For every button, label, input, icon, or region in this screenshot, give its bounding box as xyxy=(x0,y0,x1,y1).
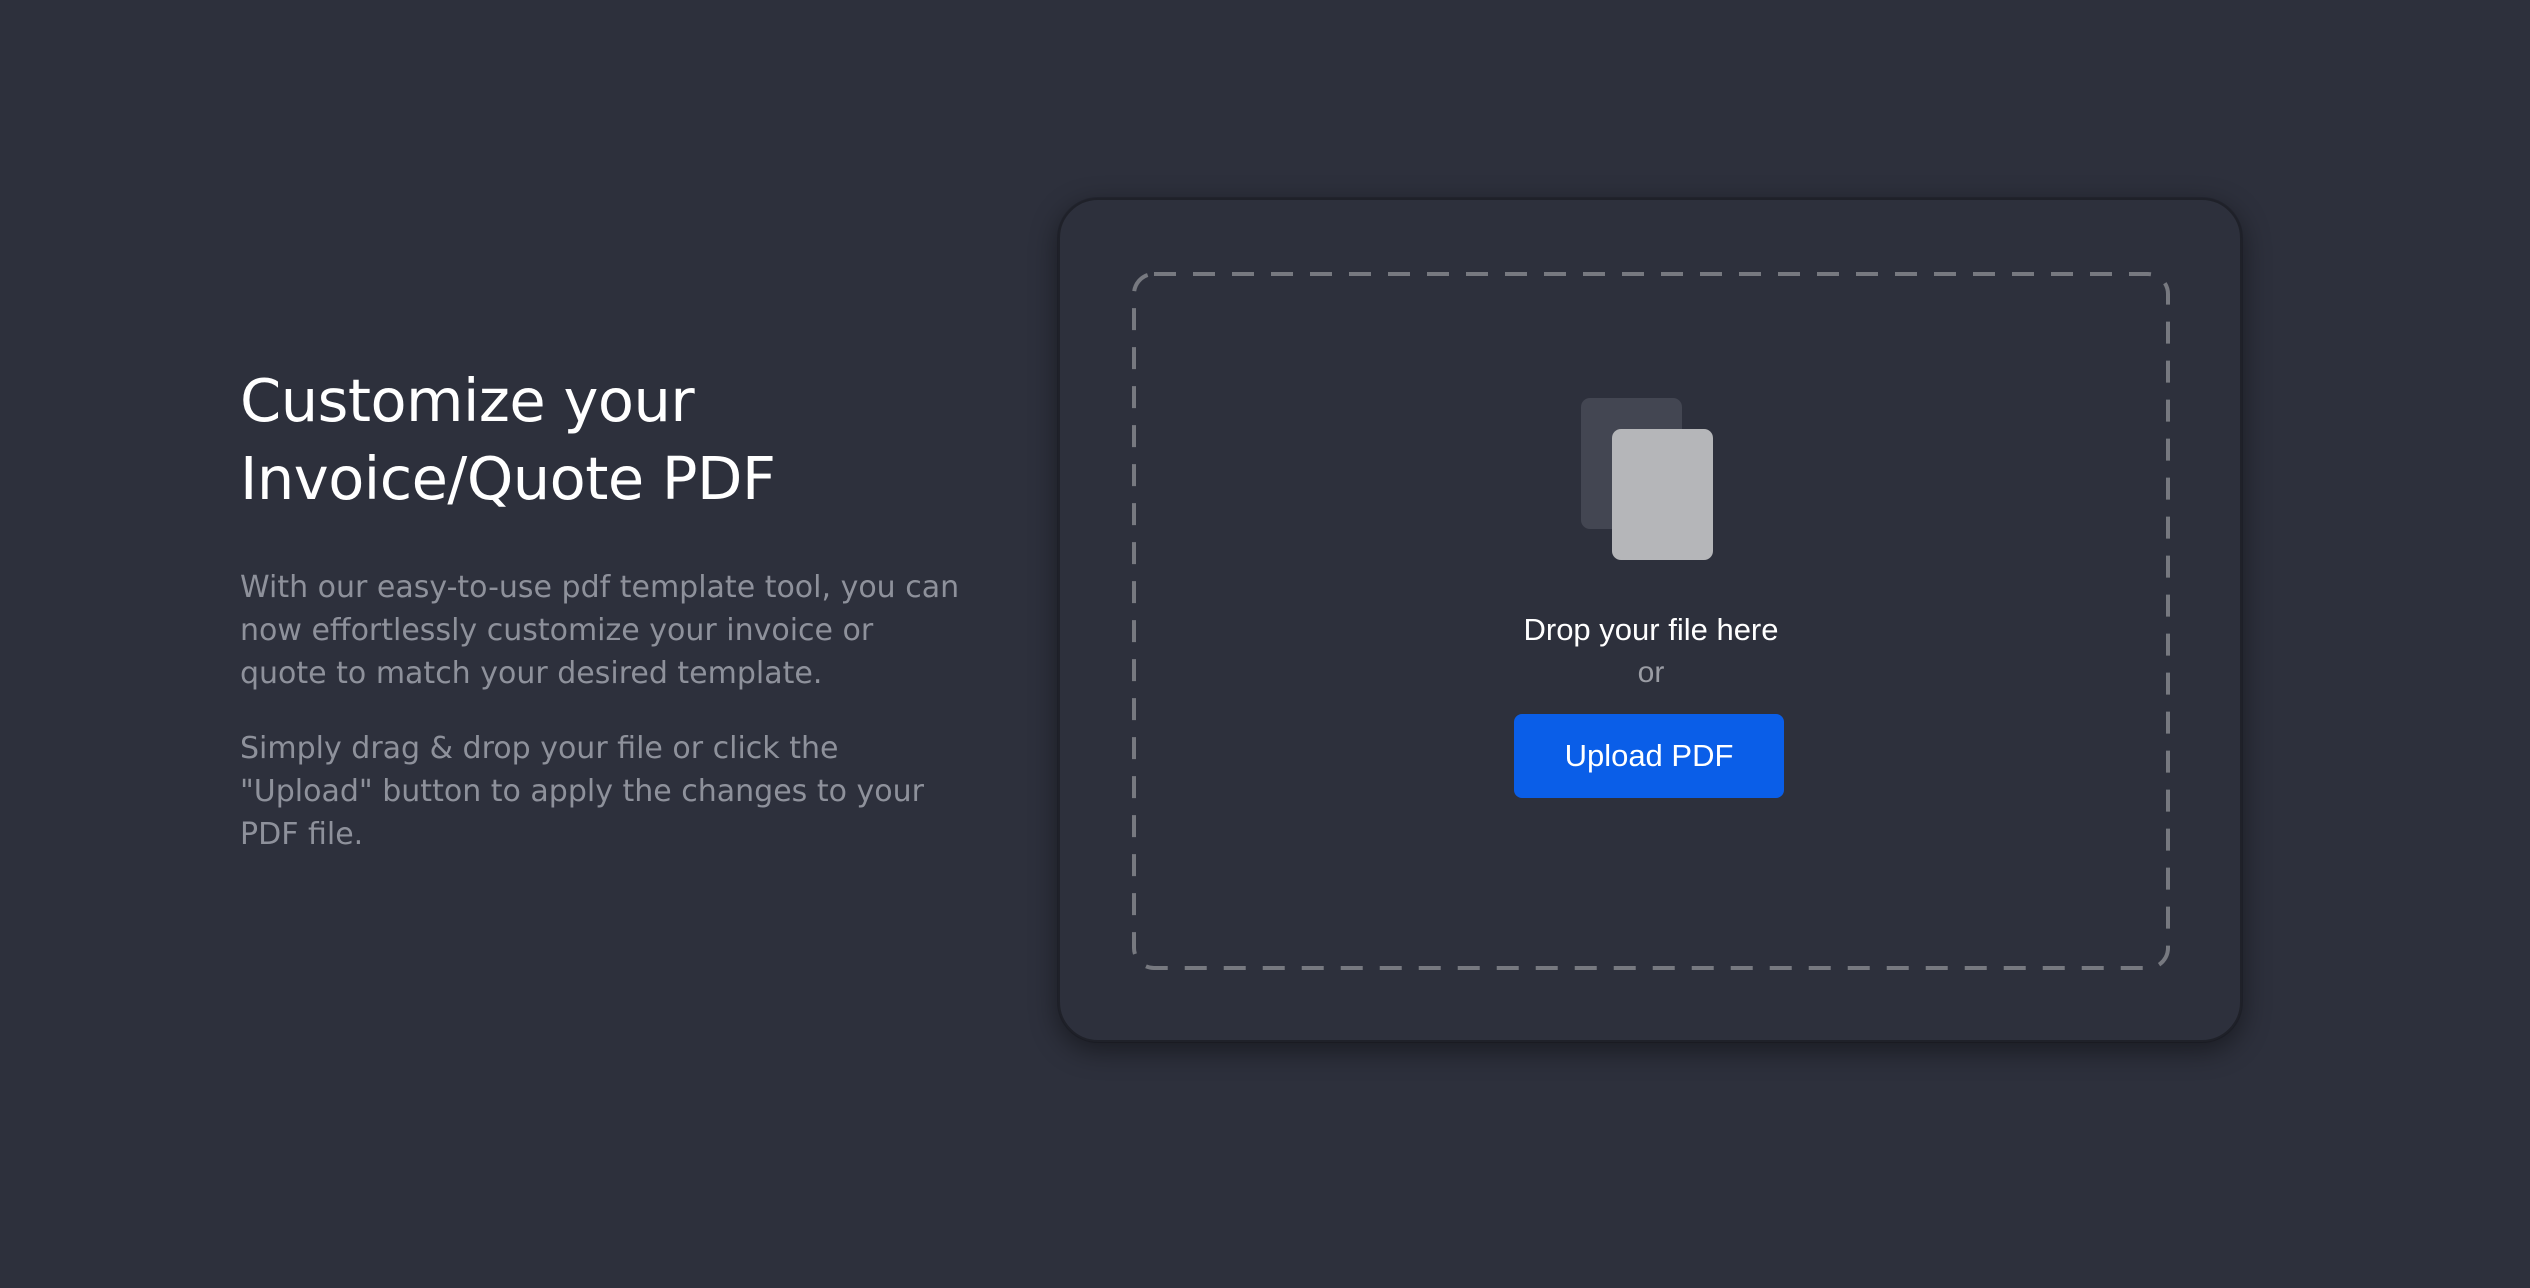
intro-description: With our easy-to-use pdf template tool, … xyxy=(240,570,960,691)
upload-pdf-button[interactable]: Upload PDF xyxy=(1514,714,1784,798)
page-title-line-1: Customize your xyxy=(240,366,695,435)
document-stack-icon xyxy=(1581,398,1713,560)
file-dropzone[interactable]: Drop your file here or Upload PDF xyxy=(1132,272,2170,970)
page-title-line-2: Invoice/Quote PDF xyxy=(240,444,776,513)
document-front-icon xyxy=(1612,429,1713,560)
intro-instructions: Simply drag & drop your file or click th… xyxy=(240,731,924,852)
page-title: Customize your Invoice/Quote PDF xyxy=(240,362,960,518)
upload-card: Drop your file here or Upload PDF xyxy=(1058,198,2242,1042)
intro-section: Customize your Invoice/Quote PDF With ou… xyxy=(240,362,960,856)
drop-file-label: Drop your file here xyxy=(1523,612,1779,647)
page: Customize your Invoice/Quote PDF With ou… xyxy=(0,0,2530,1288)
or-separator-label: or xyxy=(1637,656,1665,689)
